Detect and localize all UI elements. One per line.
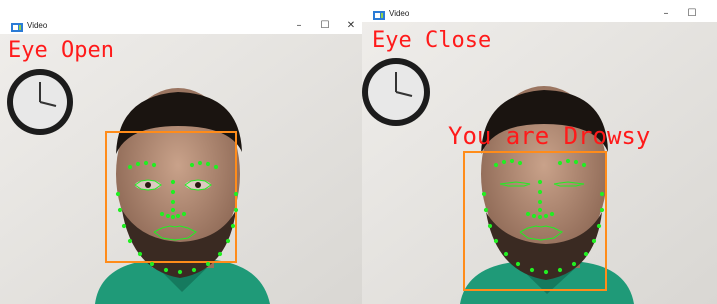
camera-feed: Eye Open bbox=[0, 34, 362, 304]
wall-clock bbox=[7, 69, 73, 135]
drowsiness-alert: You are Drowsy bbox=[448, 122, 651, 150]
webcam-frame bbox=[0, 34, 362, 304]
title-bar[interactable]: Video – ☐ ✕ bbox=[0, 0, 362, 34]
video-window-icon bbox=[11, 23, 23, 32]
window-title: Video bbox=[389, 9, 410, 18]
webcam-frame bbox=[362, 22, 717, 304]
window-title: Video bbox=[27, 21, 48, 30]
video-window-left: Video – ☐ ✕ Eye Open bbox=[0, 0, 362, 304]
wall-clock bbox=[362, 58, 430, 126]
close-icon[interactable]: ✕ bbox=[341, 20, 361, 32]
title-bar[interactable]: Video – ☐ bbox=[362, 0, 717, 22]
maximize-icon[interactable]: ☐ bbox=[682, 8, 702, 20]
eye-state-label: Eye Open bbox=[8, 38, 114, 63]
video-window-right: Video – ☐ Eye Close You are Drowsy bbox=[362, 0, 717, 304]
video-window-icon bbox=[373, 11, 385, 20]
minimize-icon[interactable]: – bbox=[289, 20, 309, 32]
minimize-icon[interactable]: – bbox=[656, 8, 676, 20]
eye-state-label: Eye Close bbox=[372, 28, 492, 53]
maximize-icon[interactable]: ☐ bbox=[315, 20, 335, 32]
camera-feed: Eye Close You are Drowsy bbox=[362, 22, 717, 304]
